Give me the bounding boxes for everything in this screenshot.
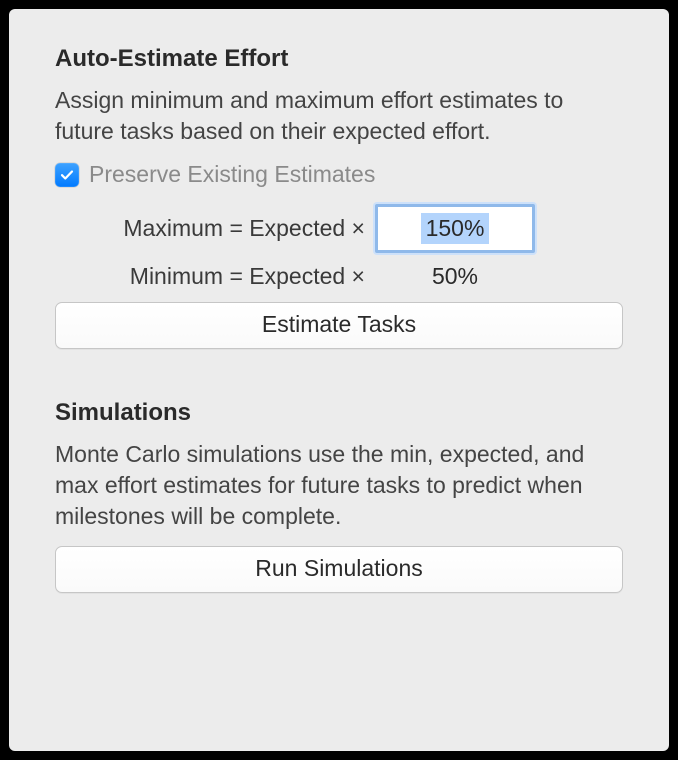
maximum-input[interactable]: 150% (380, 209, 530, 248)
preserve-row: Preserve Existing Estimates (55, 161, 623, 188)
selection-highlight (421, 213, 489, 244)
simulations-title: Simulations (55, 399, 623, 427)
maximum-input-wrap[interactable]: 150% (375, 204, 535, 253)
auto-estimate-title: Auto-Estimate Effort (55, 45, 623, 73)
simulations-desc: Monte Carlo simulations use the min, exp… (55, 439, 623, 532)
settings-panel: Auto-Estimate Effort Assign minimum and … (9, 9, 669, 751)
check-icon (59, 167, 75, 183)
minimum-value[interactable]: 50% (375, 263, 535, 290)
minimum-label: Minimum = Expected × (55, 263, 375, 290)
maximum-label: Maximum = Expected × (55, 215, 375, 242)
preserve-checkbox[interactable] (55, 163, 79, 187)
preserve-label: Preserve Existing Estimates (89, 161, 375, 188)
auto-estimate-desc: Assign minimum and maximum effort estima… (55, 85, 623, 147)
minimum-row: Minimum = Expected × 50% (55, 263, 623, 290)
maximum-row: Maximum = Expected × 150% (55, 204, 623, 253)
estimate-tasks-button[interactable]: Estimate Tasks (55, 302, 623, 349)
run-simulations-button[interactable]: Run Simulations (55, 546, 623, 593)
